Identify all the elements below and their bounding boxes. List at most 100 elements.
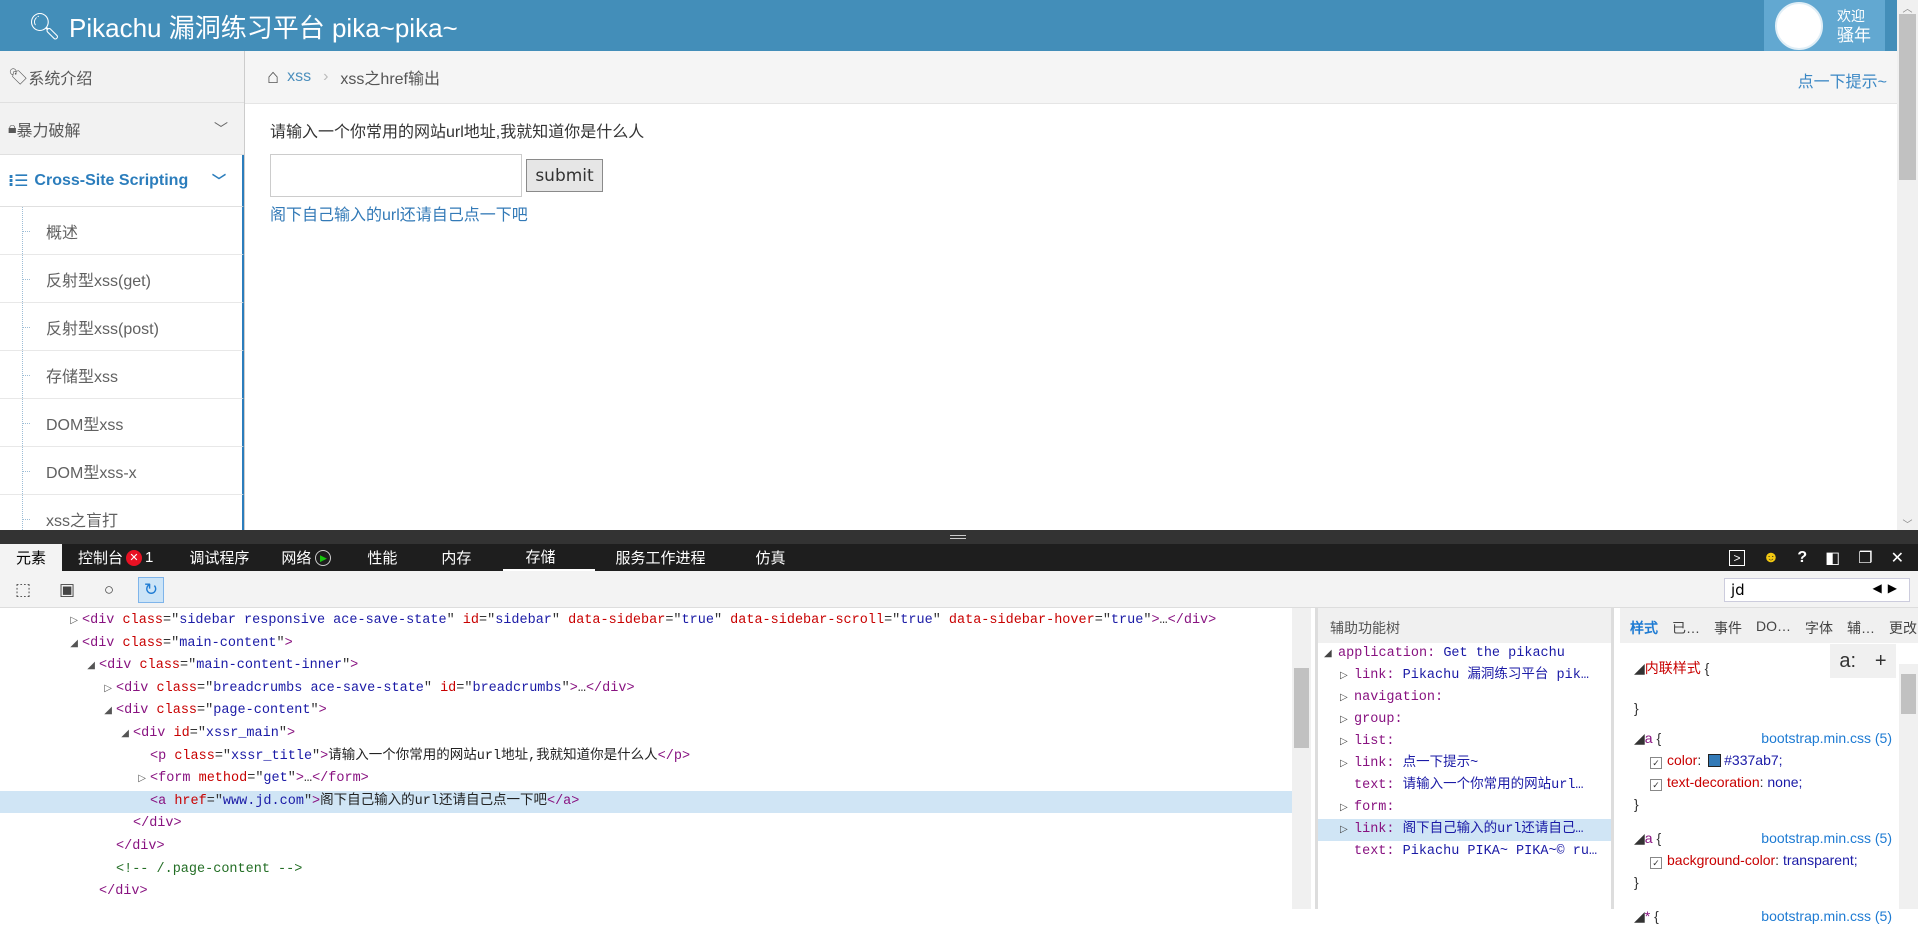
sidebar-subitem[interactable]: 存储型xss bbox=[0, 351, 244, 399]
accessibility-node[interactable]: ▷ link: 点一下提示~ bbox=[1318, 753, 1611, 775]
close-icon[interactable]: ✕ bbox=[1891, 548, 1904, 568]
accessibility-node[interactable]: text: 请输入一个你常用的网站url… bbox=[1318, 775, 1611, 797]
expand-arrow-icon[interactable]: ◢ bbox=[0, 656, 99, 678]
tab-emulation[interactable]: 仿真 bbox=[739, 544, 801, 571]
home-icon[interactable]: ⌂ bbox=[267, 66, 279, 89]
styles-tab[interactable]: 已… bbox=[1672, 618, 1700, 636]
css-property[interactable]: ✓ background-color: transparent; bbox=[1650, 852, 1858, 869]
dom-node[interactable]: ◢ <div class="page-content"> bbox=[0, 700, 1292, 722]
accessibility-node[interactable]: ▷ group: bbox=[1318, 709, 1611, 731]
dom-node[interactable]: ▷ <div class="sidebar responsive ace-save… bbox=[0, 610, 1292, 632]
expand-arrow-icon: ▷ bbox=[1340, 715, 1348, 726]
url-input[interactable] bbox=[270, 154, 522, 197]
refresh-dom-icon[interactable]: ↻ bbox=[138, 577, 164, 603]
expand-arrow-icon[interactable]: ◢ bbox=[0, 634, 82, 656]
sidebar-subitem[interactable]: DOM型xss bbox=[0, 399, 244, 447]
tab-storage[interactable]: 存储 bbox=[503, 544, 596, 571]
tab-service-workers[interactable]: 服务工作进程 bbox=[595, 544, 739, 571]
dom-node[interactable]: ◢ <div class="main-content-inner"> bbox=[0, 655, 1292, 677]
css-rule-selector: ◢* { bbox=[1634, 908, 1659, 924]
dom-scrollbar[interactable] bbox=[1292, 608, 1311, 909]
dom-node[interactable]: <!-- /.page-content --> bbox=[0, 859, 1292, 881]
color-picker-icon[interactable]: ○ bbox=[96, 577, 122, 603]
dom-node[interactable]: </div> bbox=[0, 813, 1292, 835]
chevron-down-icon: ﹀ bbox=[214, 120, 228, 137]
styles-tab[interactable]: DO… bbox=[1756, 618, 1791, 634]
sidebar-subitem[interactable]: DOM型xss-x bbox=[0, 447, 244, 495]
devtools-toolbar: ⬚ ▣ ○ ↻ bbox=[0, 571, 1918, 608]
dom-node[interactable]: ◢ <div class="main-content"> bbox=[0, 633, 1292, 655]
find-input[interactable]: jd ◀▶ bbox=[1724, 578, 1910, 602]
css-property[interactable]: ✓ color: #337ab7; bbox=[1650, 752, 1783, 769]
sidebar-item-xss[interactable]: ⁝☰ Cross-Site Scripting ﹀ bbox=[0, 155, 244, 207]
pseudo-state-button[interactable]: a: bbox=[1839, 650, 1856, 673]
expand-arrow-icon[interactable]: ▷ bbox=[0, 679, 116, 701]
expand-arrow-icon[interactable]: ◢ bbox=[0, 724, 133, 746]
undock-icon[interactable]: ❐ bbox=[1858, 548, 1872, 568]
expand-arrow-icon[interactable]: ▷ bbox=[0, 769, 150, 791]
expand-arrow-icon[interactable]: ▷ bbox=[0, 611, 82, 633]
tab-debugger[interactable]: 调试程序 bbox=[169, 544, 265, 571]
dom-node[interactable]: <a href="www.jd.com">阁下自己输入的url还请自己点一下吧<… bbox=[0, 790, 1292, 813]
page-scrollbar[interactable]: ︿ ﹀ bbox=[1897, 0, 1918, 531]
dom-node[interactable]: ▷ <div class="breadcrumbs ace-save-state"… bbox=[0, 678, 1292, 700]
find-prev-next-icon[interactable]: ◀▶ bbox=[1873, 581, 1903, 595]
accessibility-node[interactable]: ▷ list: bbox=[1318, 731, 1611, 753]
dom-node[interactable]: <p class="xssr_title">请输入一个你常用的网站url地址,我… bbox=[0, 746, 1292, 768]
tab-elements[interactable]: 元素 bbox=[0, 544, 63, 571]
dock-icon[interactable]: ◧ bbox=[1825, 548, 1840, 568]
tab-console[interactable]: 控制台 ✕ 1 bbox=[62, 544, 169, 571]
css-property[interactable]: ✓ text-decoration: none; bbox=[1650, 774, 1802, 791]
css-source-link[interactable]: bootstrap.min.css (5) bbox=[1761, 830, 1892, 846]
add-rule-button[interactable]: + bbox=[1875, 650, 1887, 673]
dom-node[interactable]: </div> bbox=[0, 836, 1292, 858]
styles-tab[interactable]: 更改 bbox=[1889, 618, 1917, 636]
accessibility-node[interactable]: ▷ link: Pikachu 漏洞练习平台 pik… bbox=[1318, 665, 1611, 687]
styles-tab[interactable]: 样式 bbox=[1630, 618, 1658, 636]
accessibility-node[interactable]: text: Pikachu PIKA~ PIKA~© ru… bbox=[1318, 841, 1611, 863]
css-rule-selector: ◢a { bbox=[1634, 730, 1662, 746]
devtools-resize-handle[interactable] bbox=[0, 530, 1918, 544]
brand-title: Pikachu 漏洞练习平台 pika~pika~ bbox=[69, 13, 458, 43]
highlight-box-icon[interactable]: ▣ bbox=[54, 577, 80, 603]
css-source-link[interactable]: bootstrap.min.css (5) bbox=[1761, 730, 1892, 746]
user-menu[interactable]: ⚡ 欢迎 骚年 bbox=[1764, 0, 1885, 51]
tab-memory[interactable]: 内存 bbox=[429, 544, 503, 571]
accessibility-node[interactable]: ▷ form: bbox=[1318, 797, 1611, 819]
brand-link[interactable]: 🔍︎ Pikachu 漏洞练习平台 pika~pika~ bbox=[28, 8, 458, 45]
hint-link[interactable]: 点一下提示~ bbox=[1798, 68, 1887, 92]
devtools-tabs: 元素 控制台 ✕ 1 调试程序 网络 ▶ 性能 内存 存储 服务工作进程 仿真 bbox=[0, 544, 1918, 571]
css-source-link[interactable]: bootstrap.min.css (5) bbox=[1761, 908, 1892, 924]
help-icon[interactable]: ? bbox=[1797, 549, 1807, 567]
styles-tab[interactable]: 辅… bbox=[1847, 618, 1875, 636]
checkbox-icon: ✓ bbox=[1650, 779, 1662, 791]
dom-node[interactable]: ▷ <form method="get">…</form> bbox=[0, 768, 1292, 790]
expand-arrow-icon[interactable]: ◢ bbox=[0, 701, 116, 723]
select-element-icon[interactable]: ⬚ bbox=[10, 577, 36, 603]
sidebar-subitem[interactable]: 反射型xss(get) bbox=[0, 255, 244, 303]
styles-tab[interactable]: 事件 bbox=[1714, 618, 1742, 636]
sidebar-item-intro[interactable]: 🏷︎ 系统介绍 bbox=[0, 51, 244, 103]
feedback-smiley-icon[interactable]: ☻ bbox=[1763, 549, 1780, 567]
user-name: 骚年 bbox=[1837, 25, 1871, 45]
welcome-text: 欢迎 bbox=[1837, 7, 1865, 24]
sidebar-subitem[interactable]: 反射型xss(post) bbox=[0, 303, 244, 351]
tab-performance[interactable]: 性能 bbox=[347, 544, 429, 571]
accessibility-node[interactable]: ▷ link: 阁下自己输入的url还请自己… bbox=[1318, 819, 1611, 841]
submit-button[interactable]: submit bbox=[526, 159, 603, 192]
user-url-link[interactable]: 阁下自己输入的url还请自己点一下吧 bbox=[270, 201, 528, 225]
play-icon: ▶ bbox=[315, 549, 332, 566]
tab-network[interactable]: 网络 ▶ bbox=[265, 544, 347, 571]
expand-arrow-icon: ▷ bbox=[1340, 693, 1348, 704]
styles-tab[interactable]: 字体 bbox=[1805, 618, 1833, 636]
sidebar-item-bruteforce[interactable]: 🔒︎ 暴力破解 ﹀ bbox=[0, 103, 244, 155]
dom-node[interactable]: ◢ <div id="xssr_main"> bbox=[0, 723, 1292, 745]
inline-style-rule: ◢内联样式 { bbox=[1634, 660, 1710, 676]
dom-node[interactable]: </div> bbox=[0, 881, 1292, 903]
console-toggle-icon[interactable]: > bbox=[1729, 549, 1745, 566]
accessibility-node[interactable]: ◢ application: Get the pikachu bbox=[1318, 643, 1611, 665]
styles-scrollbar[interactable] bbox=[1899, 664, 1918, 909]
sidebar-subitem[interactable]: 概述 bbox=[0, 207, 244, 255]
accessibility-node[interactable]: ▷ navigation: bbox=[1318, 687, 1611, 709]
breadcrumb-xss[interactable]: xss bbox=[287, 68, 311, 86]
